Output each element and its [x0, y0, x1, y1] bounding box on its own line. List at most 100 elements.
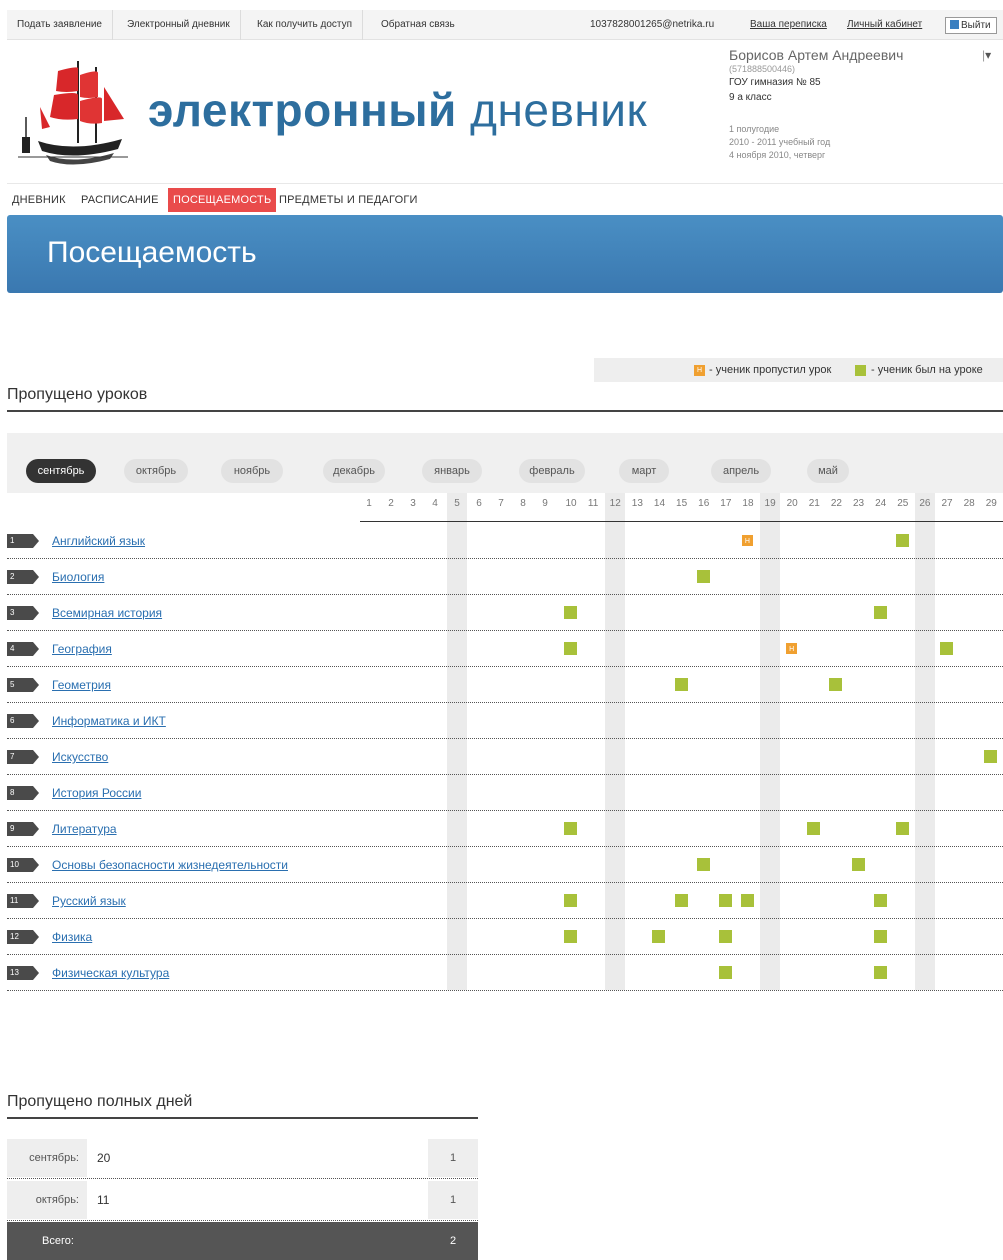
present-mark[interactable]	[696, 858, 710, 871]
subject-link[interactable]: Информатика и ИКТ	[52, 714, 166, 728]
legend-present-swatch	[855, 365, 866, 376]
month-tab-5[interactable]: февраль	[519, 459, 585, 483]
legend-missed-swatch: Н	[694, 365, 705, 376]
present-mark[interactable]	[564, 894, 577, 907]
subject-link[interactable]: Геометрия	[52, 678, 111, 692]
day-number: 3	[410, 498, 416, 509]
nav-subjects[interactable]: ПРЕДМЕТЫ И ПЕДАГОГИ	[274, 188, 423, 212]
present-mark[interactable]	[851, 858, 865, 871]
nav-diary[interactable]: ДНЕВНИК	[7, 188, 71, 212]
topbar-link-feedback[interactable]: Обратная связь	[371, 10, 465, 40]
subject-number: 5	[7, 678, 39, 692]
present-mark[interactable]	[873, 606, 887, 619]
ship-logo[interactable]	[18, 57, 128, 169]
brand-bold: электронный	[148, 84, 457, 136]
day-number: 8	[520, 498, 526, 509]
user-dropdown-icon[interactable]: |▾	[982, 48, 991, 62]
user-class: 9 а класс	[729, 92, 772, 103]
legend-missed-text: - ученик пропустил урок	[709, 364, 832, 376]
topbar-link-access[interactable]: Как получить доступ	[247, 10, 363, 40]
subject-link[interactable]: Физика	[52, 930, 92, 944]
month-tab-7[interactable]: апрель	[711, 459, 771, 483]
subject-row: 7 Искусство	[7, 739, 1003, 775]
present-mark[interactable]	[984, 750, 998, 763]
month-tab-3[interactable]: декабрь	[323, 459, 385, 483]
subject-link[interactable]: Биология	[52, 570, 104, 584]
present-mark[interactable]	[718, 930, 732, 943]
topbar-link-diary[interactable]: Электронный дневник	[117, 10, 241, 40]
present-mark[interactable]	[873, 894, 887, 907]
subject-row: 13 Физическая культура	[7, 955, 1003, 991]
day-number: 4	[432, 498, 438, 509]
day-number: 21	[808, 498, 820, 509]
present-mark[interactable]	[564, 642, 577, 655]
subject-link[interactable]: Всемирная история	[52, 606, 162, 620]
full-days-month: сентябрь:	[7, 1139, 87, 1177]
present-mark[interactable]	[940, 642, 954, 655]
day-number: 15	[676, 498, 688, 509]
day-number: 26	[919, 498, 931, 509]
present-mark[interactable]	[718, 894, 732, 907]
day-number: 13	[631, 498, 643, 509]
full-days-row: октябрь: 11 1	[7, 1181, 478, 1221]
present-mark[interactable]	[873, 930, 887, 943]
month-tab-6[interactable]: март	[619, 459, 669, 483]
subject-link[interactable]: География	[52, 642, 112, 656]
page-banner: Посещаемость	[7, 215, 1003, 293]
subject-link[interactable]: История России	[52, 786, 141, 800]
missed-mark[interactable]: Н	[741, 535, 753, 546]
subject-link[interactable]: Искусство	[52, 750, 108, 764]
full-days-count: 1	[428, 1139, 478, 1177]
day-number: 16	[698, 498, 710, 509]
subject-row: 8 История России	[7, 775, 1003, 811]
day-number: 17	[720, 498, 732, 509]
section-divider	[7, 410, 1003, 412]
present-mark[interactable]	[829, 678, 843, 691]
month-tab-4[interactable]: январь	[422, 459, 482, 483]
present-mark[interactable]	[895, 534, 909, 547]
month-tab-0[interactable]: сентябрь	[26, 459, 96, 483]
present-mark[interactable]	[564, 930, 577, 943]
user-school: ГОУ гимназия № 85	[729, 77, 821, 88]
subject-link[interactable]: Русский язык	[52, 894, 126, 908]
present-mark[interactable]	[740, 894, 754, 907]
logout-button[interactable]: Выйти	[945, 17, 997, 34]
full-days-dates: 20	[97, 1151, 111, 1165]
school-year: 2010 - 2011 учебный год	[729, 137, 831, 147]
nav-attendance[interactable]: ПОСЕЩАЕМОСТЬ	[168, 188, 277, 212]
present-mark[interactable]	[564, 606, 577, 619]
legend: Н - ученик пропустил урок - ученик был н…	[594, 358, 1003, 382]
brand-title: электронный дневник	[148, 80, 647, 140]
month-tab-8[interactable]: май	[807, 459, 849, 483]
day-number: 29	[985, 498, 997, 509]
present-mark[interactable]	[807, 822, 821, 835]
present-mark[interactable]	[696, 570, 710, 583]
subject-link[interactable]: Физическая культура	[52, 966, 169, 980]
present-mark[interactable]	[564, 822, 577, 835]
present-mark[interactable]	[718, 966, 732, 979]
missed-mark[interactable]: Н	[786, 643, 798, 654]
topbar-link-apply[interactable]: Подать заявление	[7, 10, 113, 40]
present-mark[interactable]	[674, 894, 688, 907]
month-tab-1[interactable]: октябрь	[124, 459, 188, 483]
subject-link[interactable]: Основы безопасности жизнедеятельности	[52, 858, 288, 872]
day-number: 6	[476, 498, 482, 509]
messages-link[interactable]: Ваша переписка	[750, 10, 827, 40]
subject-row: 6 Информатика и ИКТ	[7, 703, 1003, 739]
day-number: 18	[742, 498, 754, 509]
present-mark[interactable]	[873, 966, 887, 979]
subject-number: 12	[7, 930, 39, 944]
subject-link[interactable]: Литература	[52, 822, 117, 836]
present-mark[interactable]	[674, 678, 688, 691]
cabinet-link[interactable]: Личный кабинет	[847, 10, 922, 40]
subject-number: 8	[7, 786, 39, 800]
month-tab-2[interactable]: ноябрь	[221, 459, 283, 483]
present-mark[interactable]	[895, 822, 909, 835]
subject-row: 9 Литература	[7, 811, 1003, 847]
nav-schedule[interactable]: РАСПИСАНИЕ	[76, 188, 164, 212]
present-mark[interactable]	[652, 930, 666, 943]
term: 1 полугодие	[729, 124, 780, 134]
subject-number: 1	[7, 534, 39, 548]
user-email: 1037828001265@netrika.ru	[590, 19, 715, 30]
subject-link[interactable]: Английский язык	[52, 534, 145, 548]
